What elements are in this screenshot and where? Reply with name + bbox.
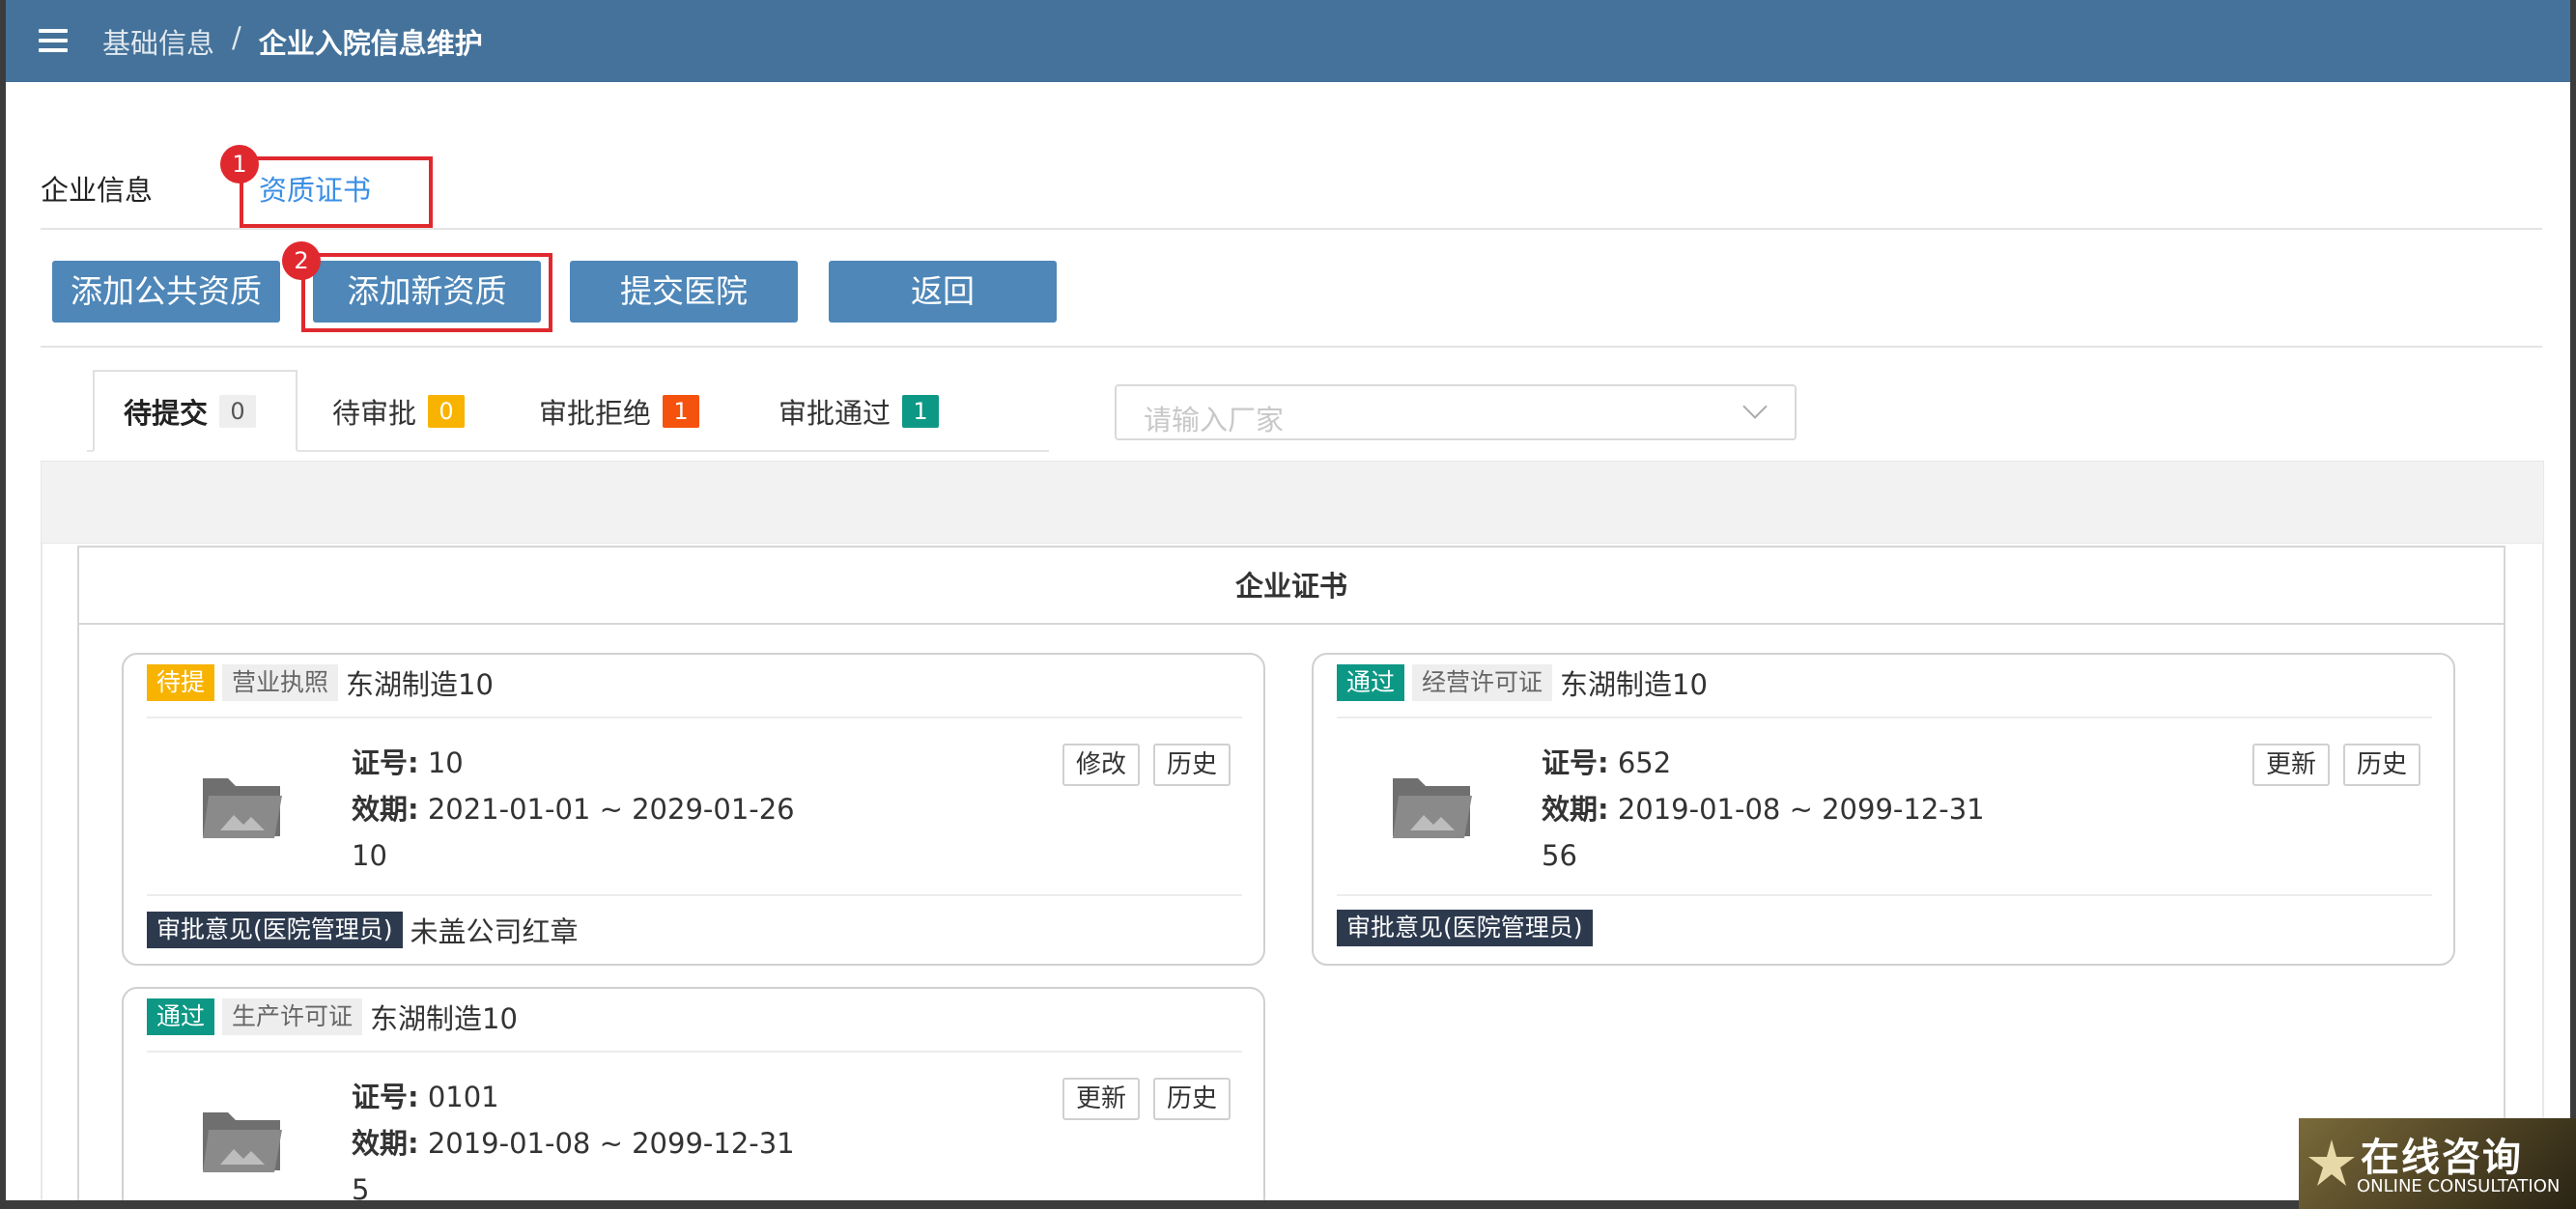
status-tab-rejected[interactable]: 审批拒绝 1 — [539, 391, 700, 432]
breadcrumb-item-current: 企业入院信息维护 — [258, 27, 483, 60]
validity-extra: 5 — [352, 1173, 370, 1200]
submit-hospital-button[interactable]: 提交医院 — [570, 261, 798, 323]
card-divider — [1337, 717, 2432, 718]
count-badge: 0 — [219, 395, 257, 428]
step-marker-2: 2 — [282, 241, 321, 280]
status-badge: 通过 — [1337, 664, 1405, 701]
update-button[interactable]: 更新 — [1062, 1078, 1141, 1120]
panel-title: 企业证书 — [79, 548, 2504, 625]
card-details: 证号: 652 效期: 2019-01-08 ~ 2099-12-31 56 — [1542, 740, 1985, 879]
edit-button[interactable]: 修改 — [1062, 744, 1141, 786]
status-tab-approved[interactable]: 审批通过 1 — [778, 391, 940, 432]
card-details: 证号: 0101 效期: 2019-01-08 ~ 2099-12-31 5 — [352, 1074, 795, 1200]
status-tab-pending-submit[interactable]: 待提交 0 — [124, 391, 257, 432]
top-bar: 基础信息 / 企业入院信息维护 — [6, 0, 2570, 82]
online-consultation-subtitle: ONLINE CONSULTATION — [2357, 1176, 2561, 1196]
breadcrumb: 基础信息 / 企业入院信息维护 — [102, 21, 483, 62]
status-tab-label: 待提交 — [124, 397, 209, 430]
certificate-number: 10 — [427, 746, 464, 779]
status-tab-label: 审批通过 — [778, 397, 892, 430]
card-footer: 审批意见(医院管理员) — [1337, 910, 1600, 946]
card-header: 通过 经营许可证 东湖制造10 — [1337, 662, 1708, 703]
status-badge: 通过 — [147, 998, 215, 1035]
manufacturer-select[interactable]: 请输入厂家 — [1115, 384, 1797, 440]
highlight-box-tab — [240, 156, 433, 228]
folder-icon — [203, 778, 282, 838]
validity-label: 效期: — [1542, 793, 1609, 826]
card-divider — [147, 717, 1242, 718]
count-badge: 1 — [663, 395, 700, 428]
company-name: 东湖制造10 — [370, 1002, 518, 1035]
status-badge: 待提 — [147, 664, 215, 701]
card-header: 通过 生产许可证 东湖制造10 — [147, 997, 518, 1037]
validity-label: 效期: — [352, 1127, 419, 1160]
approval-opinion: 未盖公司红章 — [410, 915, 579, 948]
approval-opinion-label: 审批意见(医院管理员) — [147, 912, 403, 948]
number-label: 证号: — [352, 746, 419, 779]
certificate-type-tag: 经营许可证 — [1412, 664, 1553, 701]
tab-company-info[interactable]: 企业信息 — [41, 168, 153, 209]
validity-period: 2019-01-08 ~ 2099-12-31 — [427, 1127, 795, 1160]
company-name: 东湖制造10 — [1560, 668, 1708, 701]
back-button[interactable]: 返回 — [829, 261, 1057, 323]
highlight-box-button — [301, 253, 552, 332]
count-badge: 1 — [902, 395, 940, 428]
validity-label: 效期: — [352, 793, 419, 826]
divider — [41, 228, 2542, 230]
divider — [41, 346, 2542, 348]
step-marker-1: 1 — [220, 145, 259, 183]
certificate-number: 0101 — [427, 1081, 499, 1113]
certificate-type-tag: 营业执照 — [222, 664, 339, 701]
chevron-down-icon — [1742, 394, 1768, 419]
certificate-card: 通过 生产许可证 东湖制造10 证号: 0101 效期: 2019-01-08 … — [122, 987, 1265, 1200]
breadcrumb-separator: / — [232, 21, 241, 54]
approval-opinion-label: 审批意见(医院管理员) — [1337, 910, 1593, 946]
hamburger-menu-icon[interactable] — [39, 29, 68, 52]
card-divider — [1337, 894, 2432, 896]
certificate-number: 652 — [1617, 746, 1672, 779]
manufacturer-select-placeholder: 请输入厂家 — [1144, 404, 1285, 436]
breadcrumb-item-basic-info[interactable]: 基础信息 — [102, 21, 214, 62]
number-label: 证号: — [352, 1081, 419, 1113]
card-footer: 审批意见(医院管理员) 未盖公司红章 — [147, 910, 579, 950]
certificate-type-tag: 生产许可证 — [222, 998, 363, 1035]
folder-icon — [203, 1112, 282, 1172]
card-divider — [147, 1051, 1242, 1053]
history-button[interactable]: 历史 — [1153, 1078, 1231, 1120]
star-icon — [2308, 1139, 2355, 1186]
validity-extra: 56 — [1542, 839, 1577, 872]
status-tab-label: 审批拒绝 — [539, 397, 652, 430]
validity-extra: 10 — [352, 839, 387, 872]
update-button[interactable]: 更新 — [2252, 744, 2331, 786]
status-tabs: 待提交 0 待审批 0 审批拒绝 1 审批通过 1 — [87, 370, 1049, 452]
certificate-card: 待提 营业执照 东湖制造10 证号: 10 效期: 2021-01-01 ~ 2… — [122, 653, 1265, 966]
status-tab-label: 待审批 — [332, 397, 417, 430]
content-header-band — [41, 461, 2544, 544]
folder-icon — [1393, 778, 1472, 838]
card-divider — [147, 894, 1242, 896]
certificate-card: 通过 经营许可证 东湖制造10 证号: 652 效期: 2019-01-08 ~… — [1312, 653, 2455, 966]
card-details: 证号: 10 效期: 2021-01-01 ~ 2029-01-26 10 — [352, 740, 795, 879]
online-consultation-title: 在线咨询 — [2361, 1136, 2523, 1180]
history-button[interactable]: 历史 — [1153, 744, 1231, 786]
add-public-qualification-button[interactable]: 添加公共资质 — [52, 261, 280, 323]
validity-period: 2021-01-01 ~ 2029-01-26 — [427, 793, 795, 826]
page: 基础信息 / 企业入院信息维护 企业信息 资质证书 1 添加公共资质 添加新资质… — [6, 0, 2570, 1200]
validity-period: 2019-01-08 ~ 2099-12-31 — [1617, 793, 1985, 826]
count-badge: 0 — [428, 395, 466, 428]
number-label: 证号: — [1542, 746, 1609, 779]
status-tab-pending-approval[interactable]: 待审批 0 — [332, 391, 466, 432]
card-header: 待提 营业执照 东湖制造10 — [147, 662, 494, 703]
company-name: 东湖制造10 — [346, 668, 494, 701]
online-consultation-widget[interactable]: 在线咨询 ONLINE CONSULTATION — [2299, 1118, 2576, 1209]
history-button[interactable]: 历史 — [2343, 744, 2421, 786]
